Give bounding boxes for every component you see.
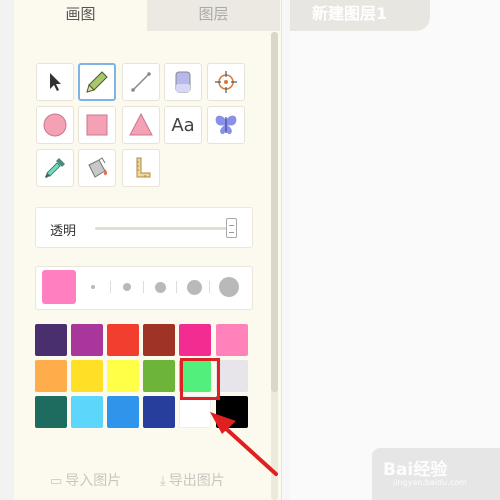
color-swatch[interactable] <box>179 396 211 428</box>
export-image-label: 导出图片 <box>168 473 225 489</box>
opacity-label: 透明 <box>50 224 77 239</box>
square-tool-button[interactable] <box>78 106 116 144</box>
color-swatch[interactable] <box>71 360 103 392</box>
import-image-label: 导入图片 <box>65 473 122 489</box>
eyedropper-icon <box>45 158 65 178</box>
eraser-icon <box>175 71 191 93</box>
color-swatch[interactable] <box>179 324 211 356</box>
current-color-swatch[interactable] <box>42 270 76 304</box>
brush-size-1[interactable] <box>91 285 95 289</box>
color-swatch[interactable] <box>35 396 67 428</box>
pencil-icon <box>86 71 108 93</box>
watermark-url: jingyan.baidu.com <box>393 478 467 487</box>
canvas-area[interactable] <box>290 0 500 500</box>
tab-draw[interactable]: 画图 <box>14 0 147 31</box>
opacity-slider-track[interactable] <box>95 227 235 230</box>
fill-tool-button[interactable] <box>78 149 116 187</box>
color-swatch[interactable] <box>143 324 175 356</box>
download-icon: ⤓ <box>160 474 166 489</box>
import-image-button[interactable]: ▭ 导入图片 <box>50 470 121 490</box>
line-tool-button[interactable] <box>122 63 160 101</box>
image-icon: ▭ <box>50 474 63 489</box>
brush-size-2[interactable] <box>123 283 131 291</box>
triangle-tool-button[interactable] <box>122 106 160 144</box>
color-swatch[interactable] <box>35 324 67 356</box>
square-icon <box>86 114 108 136</box>
ruler-tool-button[interactable] <box>122 149 160 187</box>
export-image-button[interactable]: ⤓ 导出图片 <box>160 470 225 490</box>
circle-tool-button[interactable] <box>36 106 74 144</box>
color-swatch[interactable] <box>35 360 67 392</box>
stamp-tool-button[interactable] <box>207 106 245 144</box>
paint-bucket-icon <box>88 157 108 178</box>
color-swatch[interactable] <box>71 396 103 428</box>
circle-icon <box>43 113 67 137</box>
brush-size-5[interactable] <box>219 277 239 297</box>
ruler-icon <box>136 157 151 178</box>
color-swatch[interactable] <box>216 360 248 392</box>
tab-layers[interactable]: 图层 <box>147 0 280 31</box>
eyedropper-tool-button[interactable] <box>36 149 74 187</box>
watermark-logo: Bai经验 <box>383 460 448 480</box>
move-tool-button[interactable] <box>207 63 245 101</box>
panel-scrollbar-thumb[interactable] <box>271 32 278 392</box>
text-icon: Aa <box>171 114 195 136</box>
crosshair-icon <box>215 71 237 93</box>
opacity-slider-handle[interactable] <box>226 218 237 238</box>
size-divider <box>143 281 144 293</box>
color-swatch[interactable] <box>107 396 139 428</box>
select-arrow-icon <box>50 73 61 91</box>
line-icon <box>131 72 151 92</box>
color-swatch[interactable] <box>107 360 139 392</box>
color-swatch[interactable] <box>107 324 139 356</box>
eraser-tool-button[interactable] <box>164 63 202 101</box>
brush-size-4[interactable] <box>187 280 202 295</box>
pencil-tool-button[interactable] <box>78 63 116 101</box>
color-swatch[interactable] <box>216 396 248 428</box>
selection-highlight-box <box>180 358 220 400</box>
text-tool-button[interactable]: Aa <box>164 106 202 144</box>
select-tool-button[interactable] <box>36 63 74 101</box>
size-divider <box>209 281 210 293</box>
color-swatch[interactable] <box>143 360 175 392</box>
size-divider <box>110 281 111 293</box>
color-swatch[interactable] <box>143 396 175 428</box>
brush-size-3[interactable] <box>155 282 166 293</box>
layer-name-tab[interactable]: 新建图层1 <box>290 0 430 31</box>
color-swatch[interactable] <box>71 324 103 356</box>
butterfly-icon <box>215 115 237 135</box>
left-margin-strip <box>0 0 14 500</box>
triangle-icon <box>129 112 153 136</box>
size-divider <box>176 281 177 293</box>
color-swatch[interactable] <box>216 324 248 356</box>
